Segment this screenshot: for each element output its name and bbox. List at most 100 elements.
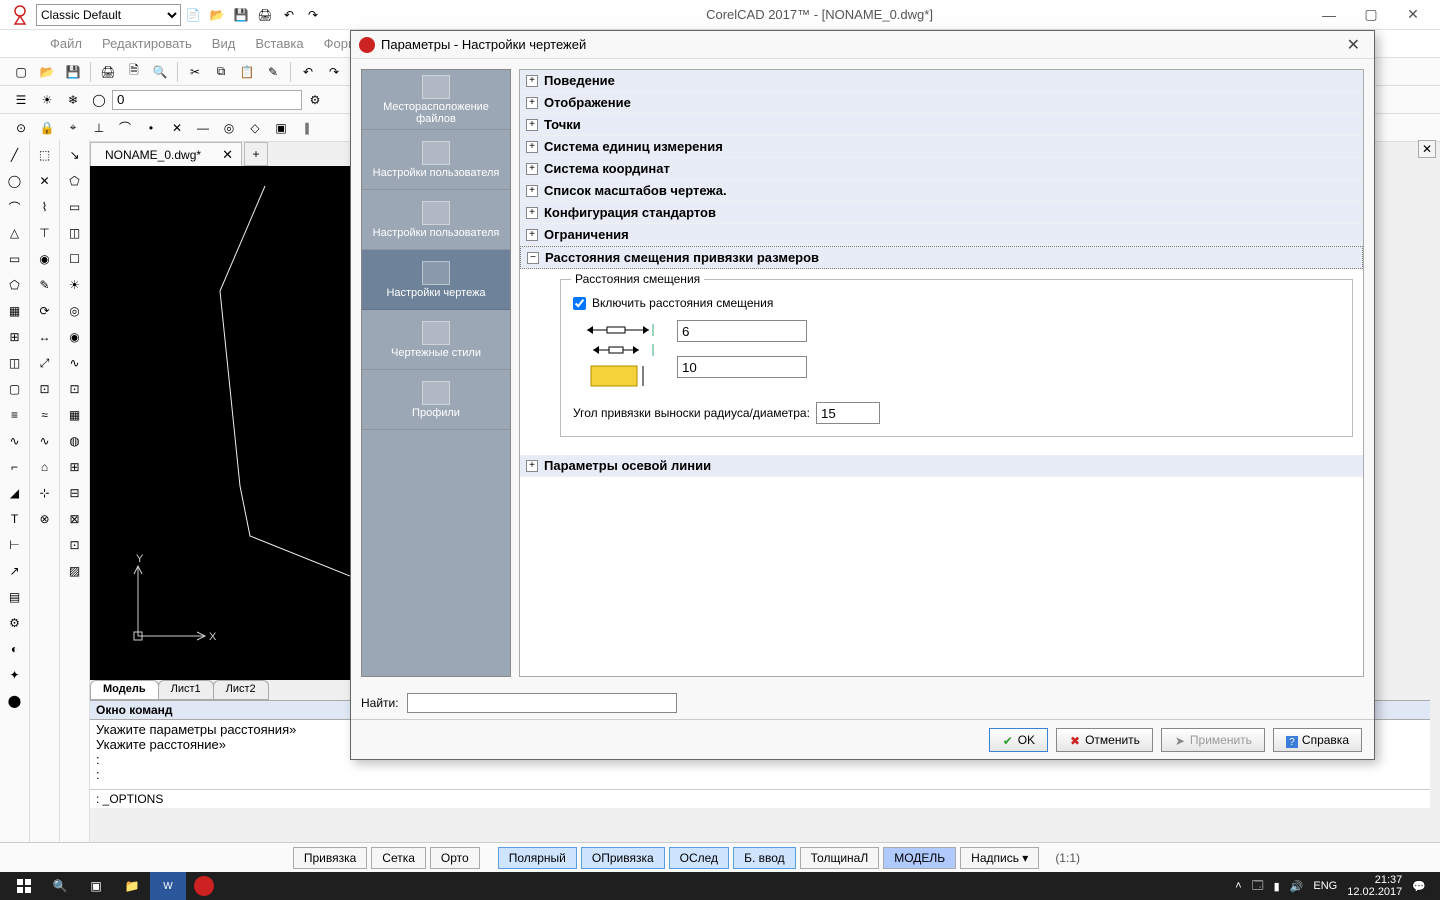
obj-10-icon[interactable]: ⊡	[64, 378, 86, 400]
region-icon[interactable]: ◫	[4, 352, 26, 374]
obj-13-icon[interactable]: ⊞	[64, 456, 86, 478]
menu-view[interactable]: Вид	[202, 32, 246, 55]
undo-icon[interactable]: ↶	[279, 5, 299, 25]
grid-icon[interactable]: ⊞	[4, 326, 26, 348]
obj-8-icon[interactable]: ◉	[64, 326, 86, 348]
snap-cen-icon[interactable]: ◎	[218, 117, 240, 139]
mod-15-icon[interactable]: ⊗	[34, 508, 56, 530]
poly-icon[interactable]: ⬠	[4, 274, 26, 296]
mod-4-icon[interactable]: ⊤	[34, 222, 56, 244]
mod-3-icon[interactable]: ⌇	[34, 196, 56, 218]
print-icon[interactable]: 🖨	[255, 5, 275, 25]
menu-insert[interactable]: Вставка	[245, 32, 313, 55]
tray-network-icon[interactable]: 🗔	[1252, 877, 1264, 896]
fillet-icon[interactable]: ⌐	[4, 456, 26, 478]
hatch-icon[interactable]: ▦	[4, 300, 26, 322]
obj-16-icon[interactable]: ⊡	[64, 534, 86, 556]
rect-icon[interactable]: ▭	[4, 248, 26, 270]
status-model[interactable]: МОДЕЛЬ	[883, 847, 956, 869]
maximize-button[interactable]: ▢	[1356, 5, 1386, 25]
layer-manager-icon[interactable]: ☰	[10, 89, 32, 111]
tb-redo-icon[interactable]: ↷	[323, 61, 345, 83]
status-snap[interactable]: Привязка	[293, 847, 367, 869]
offset-value-1-input[interactable]	[677, 320, 807, 342]
tree-coords[interactable]: +Система координат	[520, 158, 1363, 180]
obj-3-icon[interactable]: ▭	[64, 196, 86, 218]
leader-icon[interactable]: ↗	[4, 560, 26, 582]
tb-copy-icon[interactable]: ⧉	[210, 61, 232, 83]
snap-node-icon[interactable]: •	[140, 117, 162, 139]
document-tab-close-icon[interactable]: ✕	[222, 147, 233, 163]
tb-preview-icon[interactable]: 🗎	[123, 61, 145, 83]
tree-constraints[interactable]: +Ограничения	[520, 224, 1363, 246]
mod-11-icon[interactable]: ≈	[34, 404, 56, 426]
align-icon[interactable]: ≡	[4, 404, 26, 426]
right-panel-close-icon[interactable]: ✕	[1418, 140, 1436, 158]
layer-sun-icon[interactable]: ☀	[36, 89, 58, 111]
line-icon[interactable]: ╱	[4, 144, 26, 166]
settings-icon[interactable]: ⚙	[4, 612, 26, 634]
snap-perp-icon[interactable]: ⊥	[88, 117, 110, 139]
mod-2-icon[interactable]: ✕	[34, 170, 56, 192]
category-user-settings-2[interactable]: Настройки пользователя	[362, 190, 510, 250]
snap-par-icon[interactable]: ∥	[296, 117, 318, 139]
tree-standards[interactable]: +Конфигурация стандартов	[520, 202, 1363, 224]
dim-icon[interactable]: ⊢	[4, 534, 26, 556]
tree-behavior[interactable]: +Поведение	[520, 70, 1363, 92]
document-tab[interactable]: NONAME_0.dwg* ✕	[90, 142, 242, 166]
save-icon[interactable]: 💾	[231, 5, 251, 25]
new-tab-button[interactable]: +	[244, 142, 268, 166]
status-lweight[interactable]: ТолщинаЛ	[800, 847, 880, 869]
spline-icon[interactable]: ∿	[4, 430, 26, 452]
redo-icon[interactable]: ↷	[303, 5, 323, 25]
close-button[interactable]: ✕	[1398, 5, 1428, 25]
table-icon[interactable]: ▤	[4, 586, 26, 608]
obj-7-icon[interactable]: ◎	[64, 300, 86, 322]
tree-display[interactable]: +Отображение	[520, 92, 1363, 114]
category-profiles[interactable]: Профили	[362, 370, 510, 430]
status-polar[interactable]: Полярный	[498, 847, 577, 869]
category-drawing-settings[interactable]: Настройки чертежа	[362, 250, 510, 310]
layer-props-icon[interactable]: ⚙	[304, 89, 326, 111]
chamfer-icon[interactable]: ◢	[4, 482, 26, 504]
tool-21-icon[interactable]: ✦	[4, 664, 26, 686]
tray-clock[interactable]: 21:37 12.02.2017	[1347, 874, 1402, 898]
obj-12-icon[interactable]: ◍	[64, 430, 86, 452]
leader-angle-input[interactable]	[816, 402, 880, 424]
text-icon[interactable]: T	[4, 508, 26, 530]
tree-centerline[interactable]: +Параметры осевой линии	[520, 455, 1363, 477]
tb-open-icon[interactable]: 📂	[36, 61, 58, 83]
snap-lock-icon[interactable]: 🔒	[36, 117, 58, 139]
mod-10-icon[interactable]: ⊡	[34, 378, 56, 400]
circle-tool-icon[interactable]: ◯	[4, 170, 26, 192]
obj-9-icon[interactable]: ∿	[64, 352, 86, 374]
tb-print-icon[interactable]: 🖨	[97, 61, 119, 83]
obj-17-icon[interactable]: ▨	[64, 560, 86, 582]
tool-20-icon[interactable]: ◐	[4, 638, 26, 660]
help-button[interactable]: Справка	[1273, 728, 1362, 752]
tray-lang[interactable]: ENG	[1313, 880, 1337, 892]
arc-tool-icon[interactable]: ⌒	[4, 196, 26, 218]
new-file-icon[interactable]: 📄	[183, 5, 203, 25]
command-input[interactable]: : _OPTIONS	[90, 789, 1430, 808]
category-file-locations[interactable]: Месторасположение файлов	[362, 70, 510, 130]
sheet-tab-model[interactable]: Модель	[90, 680, 159, 700]
obj-11-icon[interactable]: ▦	[64, 404, 86, 426]
search-icon[interactable]: 🔍	[42, 872, 78, 900]
snap-mid-icon[interactable]: ⌖	[62, 117, 84, 139]
start-button[interactable]	[6, 872, 42, 900]
mod-12-icon[interactable]: ∿	[34, 430, 56, 452]
sheet-tab-list1[interactable]: Лист1	[158, 680, 214, 700]
enable-offset-checkbox[interactable]	[573, 297, 586, 310]
mod-14-icon[interactable]: ⊹	[34, 482, 56, 504]
obj-1-icon[interactable]: ↘	[64, 144, 86, 166]
tb-undo-icon[interactable]: ↶	[297, 61, 319, 83]
snap-tan-icon[interactable]: ⌒	[114, 117, 136, 139]
status-dyn[interactable]: Б. ввод	[733, 847, 796, 869]
status-grid[interactable]: Сетка	[371, 847, 426, 869]
mod-13-icon[interactable]: ⌂	[34, 456, 56, 478]
style-selector[interactable]: Classic Default	[36, 4, 181, 26]
obj-5-icon[interactable]: ☐	[64, 248, 86, 270]
category-drafting-styles[interactable]: Чертежные стили	[362, 310, 510, 370]
apply-button[interactable]: Применить	[1161, 728, 1265, 752]
